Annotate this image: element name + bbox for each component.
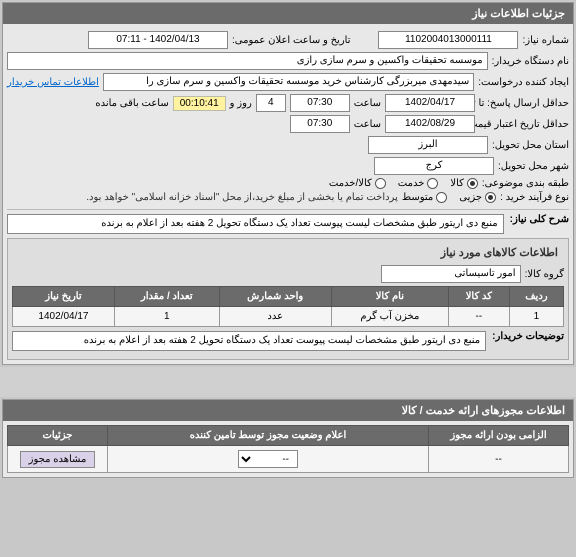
col-date: تاریخ نیاز <box>13 287 115 307</box>
permits-panel: اطلاعات مجوزهای ارائه خدمت / کالا الزامی… <box>2 399 574 478</box>
time-label-1: ساعت <box>354 98 381 109</box>
form-body: شماره نیاز: 1102004013000111 تاریخ و ساع… <box>3 24 573 364</box>
category-label: طبقه بندی موضوعی: <box>482 178 569 189</box>
col-row: ردیف <box>509 287 563 307</box>
deadline-time: 07:30 <box>290 94 350 112</box>
buyer-value: موسسه تحقیقات واکسین و سرم سازی رازی <box>7 52 488 70</box>
time-label-2: ساعت <box>354 119 381 130</box>
desc-text: منبع دی اریتور طبق مشخصات لیست پیوست تعد… <box>7 214 504 234</box>
permits-title: اطلاعات مجوزهای ارائه خدمت / کالا <box>3 400 573 421</box>
validity-label: حداقل تاریخ اعتبار قیمت: تا تاریخ: <box>479 119 569 130</box>
col-mandatory: الزامی بودن ارائه مجوز <box>429 426 569 446</box>
spacer <box>0 367 576 397</box>
col-name: نام کالا <box>331 287 448 307</box>
public-date-value: 1402/04/13 - 07:11 <box>88 31 228 49</box>
contact-link[interactable]: اطلاعات تماس خریدار <box>7 77 99 88</box>
goods-table: ردیف کد کالا نام کالا واحد شمارش تعداد /… <box>12 286 564 327</box>
goods-section: اطلاعات کالاهای مورد نیاز گروه کالا: امو… <box>7 238 569 360</box>
cell-qty: 1 <box>114 307 219 327</box>
permits-header-row: الزامی بودن ارائه مجوز اعلام وضعیت مجوز … <box>8 426 569 446</box>
permits-body: الزامی بودن ارائه مجوز اعلام وضعیت مجوز … <box>3 421 573 477</box>
cell-unit: عدد <box>219 307 331 327</box>
col-code: کد کالا <box>448 287 509 307</box>
goods-header-row: ردیف کد کالا نام کالا واحد شمارش تعداد /… <box>13 287 564 307</box>
days-num: 4 <box>256 94 286 112</box>
radio-both[interactable] <box>375 178 386 189</box>
need-no-label: شماره نیاز: <box>522 35 569 46</box>
radio-minor[interactable] <box>485 192 496 203</box>
need-no-value: 1102004013000111 <box>378 31 518 49</box>
col-status: اعلام وضعیت مجوز توسط تامین کننده <box>108 426 429 446</box>
cell-date: 1402/04/17 <box>13 307 115 327</box>
cell-status: -- <box>108 446 429 473</box>
cell-row: 1 <box>509 307 563 327</box>
buyer-label: نام دستگاه خریدار: <box>492 56 569 67</box>
radio-goods[interactable] <box>467 178 478 189</box>
cell-code: -- <box>448 307 509 327</box>
process-note: پرداخت تمام یا بخشی از مبلغ خرید،از محل … <box>86 192 398 203</box>
group-value: امور تاسیساتی <box>381 265 521 283</box>
buyer-desc-text: منبع دی اریتور طبق مشخصات لیست پیوست تعد… <box>12 331 486 351</box>
cell-mandatory: -- <box>429 446 569 473</box>
deadline-label: حداقل ارسال پاسخ: تا تاریخ: <box>479 98 569 109</box>
goods-header: اطلاعات کالاهای مورد نیاز <box>12 243 564 262</box>
countdown-timer: 00:10:41 <box>173 96 226 111</box>
cell-details: مشاهده مجوز <box>8 446 108 473</box>
status-select[interactable]: -- <box>238 450 298 468</box>
group-label: گروه کالا: <box>525 269 564 280</box>
radio-medium-label: متوسط <box>402 192 433 203</box>
city-value: کرج <box>374 157 494 175</box>
creator-label: ایجاد کننده درخواست: <box>478 77 569 88</box>
city-label: شهر محل تحویل: <box>498 161 569 172</box>
creator-value: سیدمهدی میربزرگی کارشناس خرید موسسه تحقی… <box>103 73 474 91</box>
col-unit: واحد شمارش <box>219 287 331 307</box>
col-details: جزئیات <box>8 426 108 446</box>
radio-goods-label: کالا <box>450 178 464 189</box>
province-value: البرز <box>368 136 488 154</box>
province-label: استان محل تحویل: <box>492 140 569 151</box>
radio-medium[interactable] <box>436 192 447 203</box>
radio-service[interactable] <box>427 178 438 189</box>
day-label: روز و <box>230 98 252 109</box>
view-permit-button[interactable]: مشاهده مجوز <box>20 451 96 468</box>
panel-title: جزئیات اطلاعات نیاز <box>3 3 573 24</box>
validity-date: 1402/08/29 <box>385 115 475 133</box>
table-row: 1 -- مخزن آب گرم عدد 1 1402/04/17 <box>13 307 564 327</box>
deadline-date: 1402/04/17 <box>385 94 475 112</box>
process-label: نوع فرآیند خرید : <box>500 192 569 203</box>
radio-service-label: خدمت <box>398 178 425 189</box>
col-qty: تعداد / مقدار <box>114 287 219 307</box>
remain-label: ساعت باقی مانده <box>95 98 168 109</box>
permits-row: -- -- مشاهده مجوز <box>8 446 569 473</box>
validity-time: 07:30 <box>290 115 350 133</box>
radio-minor-label: جزیی <box>459 192 482 203</box>
public-date-label: تاریخ و ساعت اعلان عمومی: <box>232 35 351 46</box>
need-details-panel: جزئیات اطلاعات نیاز شماره نیاز: 11020040… <box>2 2 574 365</box>
desc-title: شرح کلی نیاز: <box>510 214 569 225</box>
category-group: کالا خدمت کالا/خدمت <box>329 178 478 189</box>
radio-both-label: کالا/خدمت <box>329 178 372 189</box>
cell-name: مخزن آب گرم <box>331 307 448 327</box>
buyer-desc-label: توضیحات خریدار: <box>492 331 564 342</box>
process-group: جزیی متوسط <box>402 192 496 203</box>
permits-table: الزامی بودن ارائه مجوز اعلام وضعیت مجوز … <box>7 425 569 473</box>
